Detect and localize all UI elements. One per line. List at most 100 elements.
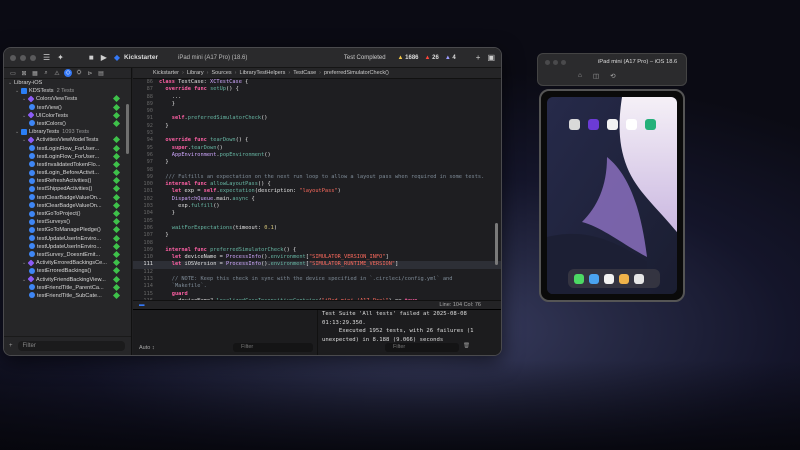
- tree-row[interactable]: ⌄ LibraryTests 1093 Tests: [4, 128, 131, 136]
- warning-count-badge[interactable]: ▲ 1686: [398, 55, 419, 61]
- console-filter-input[interactable]: Filter: [385, 343, 459, 352]
- symbol-icon[interactable]: ▦: [31, 70, 39, 77]
- hide-debug-area-icon[interactable]: ▬: [139, 302, 145, 308]
- breakpoint-icon[interactable]: ⊳: [86, 70, 94, 77]
- pass-status-icon[interactable]: [112, 201, 121, 209]
- error-count-badge[interactable]: ▲ 26: [425, 55, 439, 61]
- navigator-filter-input[interactable]: Filter: [17, 341, 125, 351]
- code-line[interactable]: 112: [133, 269, 501, 276]
- tree-row[interactable]: testErroredBackings(): [4, 267, 131, 275]
- breadcrumb-item[interactable]: Kickstarter: [153, 70, 179, 76]
- home-icon[interactable]: ⌂: [578, 72, 582, 80]
- tree-row[interactable]: testLoginFlow_ForUser...: [4, 152, 131, 161]
- pass-status-icon[interactable]: [112, 177, 121, 185]
- dock-app-icon[interactable]: [589, 273, 599, 284]
- code-line[interactable]: 106 waitForExpectations(timeout: 0.1): [133, 225, 501, 232]
- library-add-icon[interactable]: +: [476, 53, 481, 62]
- auto-variables-selector[interactable]: Auto ↕: [139, 345, 155, 351]
- pass-status-icon[interactable]: [112, 136, 121, 144]
- find-icon[interactable]: ⌕: [42, 70, 50, 77]
- pass-status-icon[interactable]: [112, 250, 121, 258]
- pass-status-icon[interactable]: [112, 193, 121, 201]
- code-line[interactable]: 103 exp.fulfill(): [133, 203, 501, 210]
- pass-status-icon[interactable]: [112, 267, 121, 275]
- tree-row[interactable]: testSurveys(): [4, 218, 131, 226]
- code-area[interactable]: 86 class TestCase: XCTestCase {87 overrid…: [133, 79, 501, 300]
- tree-row[interactable]: testFriendTitle_ParentCa...: [4, 283, 131, 292]
- app-icon[interactable]: [588, 119, 599, 130]
- simulator-zoom-button[interactable]: [561, 60, 566, 65]
- pass-status-icon[interactable]: [112, 226, 121, 234]
- tree-row[interactable]: testUpdateUserInEnviro...: [4, 242, 131, 251]
- code-line[interactable]: 91 self.preferredSimulatorCheck(): [133, 115, 501, 122]
- breadcrumb-item[interactable]: LibraryTestHelpers: [240, 70, 286, 76]
- issue-icon[interactable]: ⚠: [53, 70, 61, 77]
- tree-row[interactable]: testUpdateUserInEnviro...: [4, 234, 131, 243]
- sidebar-toggle-icon[interactable]: ☰: [43, 53, 50, 62]
- code-line[interactable]: 107 }: [133, 232, 501, 239]
- app-icon[interactable]: [626, 119, 637, 130]
- stop-icon[interactable]: ■: [89, 53, 94, 62]
- app-icon[interactable]: [607, 119, 618, 130]
- code-line[interactable]: 95 super.tearDown(): [133, 145, 501, 152]
- code-line[interactable]: 87 override func setUp() {: [133, 86, 501, 93]
- code-line[interactable]: 115 guard: [133, 291, 501, 298]
- code-line[interactable]: 96 AppEnvironment.popEnvironment(): [133, 152, 501, 159]
- pass-status-icon[interactable]: [112, 275, 121, 283]
- dock-app-icon[interactable]: [604, 273, 614, 284]
- editor-scrollbar[interactable]: [495, 223, 498, 265]
- dock-app-icon[interactable]: [619, 273, 629, 284]
- pass-status-icon[interactable]: [112, 283, 121, 291]
- tree-row[interactable]: testRefreshActivities(): [4, 177, 131, 185]
- pass-status-icon[interactable]: [112, 144, 121, 152]
- issue-badges[interactable]: ▲ 1686 ▲ 26 ▲ 4: [392, 55, 456, 61]
- tree-row[interactable]: testInvalidatedTokenFlo...: [4, 160, 131, 169]
- navigator-scrollbar[interactable]: [126, 104, 129, 154]
- pass-status-icon[interactable]: [112, 95, 121, 103]
- info-count-badge[interactable]: ▲ 4: [445, 55, 456, 61]
- code-line[interactable]: 93: [133, 130, 501, 137]
- tree-row[interactable]: ⌄ UIColorTests: [4, 111, 131, 120]
- tree-row[interactable]: ⌄ Library-iOS: [4, 79, 131, 87]
- code-line[interactable]: 89 }: [133, 101, 501, 108]
- breadcrumb-item[interactable]: Sources: [211, 70, 231, 76]
- pass-status-icon[interactable]: [112, 152, 121, 160]
- rotate-icon[interactable]: ⟲: [610, 72, 615, 80]
- tree-row[interactable]: ⌄ ActivityFriendBackingView...: [4, 275, 131, 284]
- pass-status-icon[interactable]: [112, 291, 121, 299]
- tree-row[interactable]: testSurvey_DoesntEmit...: [4, 250, 131, 259]
- tree-row[interactable]: ⌄ ActivityErroredBackingsCe...: [4, 259, 131, 267]
- source-control-icon[interactable]: ⊠: [20, 70, 28, 77]
- code-line[interactable]: 97 }: [133, 159, 501, 166]
- tree-row[interactable]: testClearBadgeValueOn...: [4, 201, 131, 210]
- breadcrumb-item[interactable]: Library: [187, 70, 204, 76]
- close-window-button[interactable]: [10, 54, 16, 61]
- ipad-home-screen[interactable]: [547, 97, 677, 294]
- tree-row[interactable]: testView(): [4, 103, 131, 112]
- disclosure-chevron-icon[interactable]: ⌄: [22, 276, 28, 284]
- pass-status-icon[interactable]: [112, 259, 121, 267]
- app-icon[interactable]: [645, 119, 656, 130]
- simulator-close-button[interactable]: [545, 60, 550, 65]
- sparkle-icon[interactable]: ✦: [57, 53, 64, 62]
- breadcrumb-item[interactable]: TestCase: [293, 70, 316, 76]
- disclosure-chevron-icon[interactable]: ⌄: [22, 112, 28, 120]
- variables-filter-input[interactable]: Filter: [233, 343, 313, 352]
- code-line[interactable]: 113 // NOTE: Keep this check in sync wit…: [133, 276, 501, 283]
- pass-status-icon[interactable]: [112, 103, 121, 111]
- code-line[interactable]: 101 let exp = self.expectation(descripti…: [133, 188, 501, 195]
- zoom-window-button[interactable]: [30, 54, 36, 61]
- code-line[interactable]: 104 }: [133, 210, 501, 217]
- tree-row[interactable]: testClearBadgeValueOn...: [4, 193, 131, 202]
- tree-row[interactable]: testGoToProject(): [4, 209, 131, 218]
- code-line[interactable]: 99 /// Fulfills an expectation on the ne…: [133, 174, 501, 181]
- code-line[interactable]: 114 `Makefile`.: [133, 283, 501, 290]
- report-icon[interactable]: ▤: [97, 70, 105, 77]
- run-icon[interactable]: ▶: [101, 53, 107, 62]
- tree-row[interactable]: testColors(): [4, 119, 131, 128]
- pass-status-icon[interactable]: [112, 111, 121, 119]
- code-line[interactable]: 86 class TestCase: XCTestCase {: [133, 79, 501, 86]
- code-line[interactable]: 98: [133, 167, 501, 174]
- code-line[interactable]: 105: [133, 218, 501, 225]
- test-navigator-icon[interactable]: ◇: [64, 69, 72, 77]
